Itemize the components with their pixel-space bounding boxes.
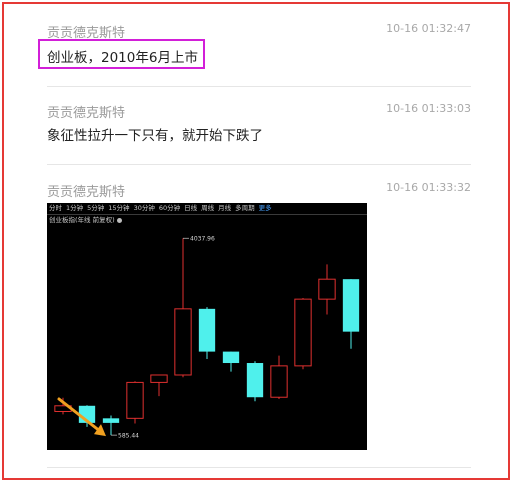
annotation-arrow-head-icon bbox=[94, 424, 106, 437]
post-divider bbox=[47, 86, 471, 87]
candle-body bbox=[150, 374, 168, 383]
comment-post: 贡贡德克斯特 10-16 01:33:03 象征性拉升一下只有，就开始下跌了 bbox=[47, 102, 471, 144]
chart-footer-strip bbox=[47, 443, 367, 450]
post-timestamp: 10-16 01:33:03 bbox=[386, 102, 471, 115]
candle-body bbox=[342, 279, 360, 332]
post-timestamp: 10-16 01:32:47 bbox=[386, 22, 471, 35]
candle-body bbox=[222, 351, 240, 364]
post-divider bbox=[47, 164, 471, 165]
candle-body bbox=[246, 363, 264, 398]
low-marker-label: 585.44 bbox=[118, 433, 139, 440]
candle-body bbox=[174, 308, 192, 376]
author-name[interactable]: 贡贡德克斯特 bbox=[47, 181, 125, 200]
post-divider bbox=[47, 467, 471, 468]
post-timestamp: 10-16 01:33:32 bbox=[386, 181, 471, 194]
candle-body bbox=[270, 365, 288, 398]
candle-body bbox=[294, 298, 312, 367]
chart-image[interactable]: 分时 1分钟 5分钟 15分钟 30分钟 60分钟 日线 周线 月线 多周期 更多 创业板指(年线 … bbox=[47, 203, 367, 450]
highlight-box bbox=[38, 39, 205, 69]
post-content: 象征性拉升一下只有，就开始下跌了 bbox=[47, 128, 263, 144]
candle-body bbox=[318, 278, 336, 300]
candle-body bbox=[126, 381, 144, 419]
candle-body bbox=[102, 418, 120, 423]
candle-body bbox=[198, 308, 216, 352]
candlestick-chart: 4037.96 585.44 bbox=[54, 236, 360, 440]
author-name[interactable]: 贡贡德克斯特 bbox=[47, 102, 125, 121]
comment-post: 贡贡德克斯特 10-16 01:33:32 bbox=[47, 181, 471, 201]
high-marker-label: 4037.96 bbox=[190, 236, 215, 243]
